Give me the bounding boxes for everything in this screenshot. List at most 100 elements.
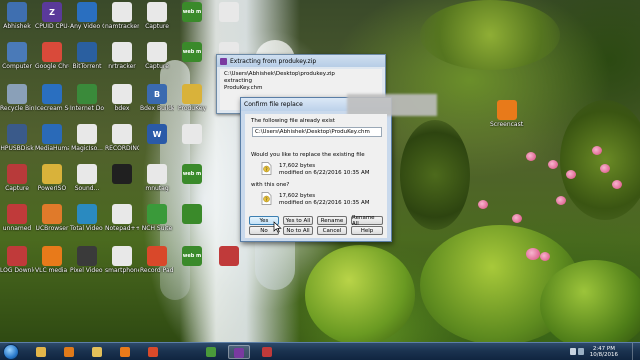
help-button[interactable]: Help (351, 226, 383, 235)
desktop-icon[interactable]: web m (175, 246, 209, 266)
taskbar-item[interactable] (30, 345, 52, 359)
confirm-file-replace-dialog[interactable]: Confirm file replace The following file … (240, 94, 437, 242)
desktop-icon[interactable]: web m (175, 42, 209, 62)
app-icon (77, 2, 97, 22)
desktop-icon[interactable]: Record Pad Recorder (140, 246, 174, 274)
desktop-icon[interactable]: nrtracker (105, 42, 139, 70)
cancel-button[interactable]: Cancel (317, 226, 347, 235)
desktop-icon[interactable]: Icecream Screen (35, 84, 69, 112)
desktop-icon[interactable] (212, 2, 246, 22)
desktop-icon[interactable]: RECORDING... (105, 124, 139, 152)
app-icon (77, 204, 97, 224)
desktop-icon[interactable]: namtracker (105, 2, 139, 30)
taskbar-item[interactable] (256, 345, 278, 359)
desktop-icon[interactable] (105, 164, 139, 184)
desktop-icon[interactable]: VLC media player (35, 246, 69, 274)
app-icon (42, 246, 62, 266)
desktop-icon-label: LOG Downloads (0, 267, 34, 274)
desktop-icon[interactable]: Any Video Converter (70, 2, 104, 30)
app-icon: web m (182, 42, 202, 62)
desktop-icon[interactable]: ZCPUID CPU-Z (35, 2, 69, 30)
desktop-icon[interactable]: ProduKey (175, 84, 209, 112)
desktop-icon-label: Recycle Bin (0, 105, 34, 112)
desktop-icon[interactable]: bdex (105, 84, 139, 112)
extract-status: extracting (224, 78, 253, 84)
taskbar-item[interactable] (86, 345, 108, 359)
desktop-icon-label: UCBrowser (35, 225, 69, 232)
taskbar-item[interactable] (114, 345, 136, 359)
desktop-icon[interactable]: W (140, 124, 174, 144)
desktop-icon-label: Capture (145, 23, 169, 30)
network-icon[interactable] (570, 348, 576, 355)
desktop-icon[interactable]: BBdex Builder (140, 84, 174, 112)
app-icon (112, 204, 132, 224)
desktop-icon[interactable]: web m (175, 2, 209, 22)
taskbar-item[interactable] (142, 345, 164, 359)
rename-button[interactable]: Rename (317, 216, 347, 225)
desktop-icon-label: Capture (145, 63, 169, 70)
desktop-icon-label: Any Video Converter (70, 23, 104, 30)
desktop-icon-label: Computer (2, 63, 32, 70)
app-icon (147, 2, 167, 22)
desktop-icon[interactable]: web m (175, 164, 209, 184)
confirm-dialog-titlebar[interactable]: Confirm file replace (241, 94, 437, 116)
taskbar-item[interactable] (58, 345, 80, 359)
taskbar-item[interactable] (228, 345, 250, 359)
clock[interactable]: 2:47 PM 10/8/2016 (590, 346, 618, 358)
desktop-icon[interactable]: MagicIso... (70, 124, 104, 152)
desktop-icon[interactable]: NCH Suite (140, 204, 174, 232)
desktop-icon[interactable]: MediaHuman YouTube... (35, 124, 69, 152)
desktop-icon[interactable]: mnutag (140, 164, 174, 192)
desktop-icon[interactable]: HPUSBDisk (0, 124, 34, 152)
desktop-icon-label: NCH Suite (141, 225, 173, 232)
blurred-region (347, 94, 437, 116)
taskbar-item[interactable] (200, 345, 222, 359)
desktop-icon[interactable]: Pixel Video Maker (70, 246, 104, 274)
desktop-icon[interactable]: unnamed (0, 204, 34, 232)
show-desktop-button[interactable] (632, 343, 640, 360)
desktop-icon[interactable]: Abhishek (0, 2, 34, 30)
desktop-icon[interactable]: Recycle Bin (0, 84, 34, 112)
desktop-icon[interactable] (175, 124, 209, 144)
desktop-icon[interactable]: Computer (0, 42, 34, 70)
desktop-icon[interactable]: Internet Downlo... (70, 84, 104, 112)
desktop-icon[interactable]: PowerISO (35, 164, 69, 192)
app-icon (219, 2, 239, 22)
desktop-icon[interactable] (212, 246, 246, 266)
desktop-icon[interactable]: BitTorrent (70, 42, 104, 70)
desktop-icon[interactable] (175, 204, 209, 224)
app-icon (182, 124, 202, 144)
desktop-icon[interactable]: smartphone (105, 246, 139, 274)
app-icon: web m (182, 246, 202, 266)
desktop-icon[interactable]: Sound... (70, 164, 104, 192)
desktop-icon[interactable]: Screencast... (490, 100, 524, 128)
file-path-text: C:\Users\Abhishek\Desktop\ProduKey.chm (255, 129, 370, 135)
desktop-icon[interactable]: UCBrowser (35, 204, 69, 232)
desktop-icon[interactable]: Total Video Converter (70, 204, 104, 232)
no-to-all-button[interactable]: No to All (283, 226, 313, 235)
desktop-icon-label: Pixel Video Maker (70, 267, 104, 274)
volume-icon[interactable] (578, 348, 584, 355)
start-button[interactable] (3, 344, 19, 360)
desktop-icon[interactable]: Capture (0, 164, 34, 192)
desktop-icon[interactable]: Google Chrome (35, 42, 69, 70)
extract-current-file: ProduKey.chm (224, 85, 263, 91)
desktop-icon[interactable]: Capture (140, 2, 174, 30)
app-icon (112, 164, 132, 184)
app-icon (219, 246, 239, 266)
app-icon (147, 164, 167, 184)
app-icon (147, 246, 167, 266)
desktop-icon[interactable]: LOG Downloads (0, 246, 34, 274)
with-this-one-text: with this one? (251, 182, 290, 188)
desktop-icon-label: Abhishek (3, 23, 31, 30)
desktop-icon-label: MediaHuman YouTube... (35, 145, 69, 152)
intro-text: The following file already exist (251, 118, 335, 124)
app-icon (42, 204, 62, 224)
desktop-icon-label: PowerISO (37, 185, 67, 192)
yes-to-all-button[interactable]: Yes to All (283, 216, 313, 225)
extracting-dialog-titlebar[interactable]: Extracting from produkey.zip (217, 55, 385, 67)
desktop-icon[interactable]: Notepad++ (105, 204, 139, 232)
desktop-icon[interactable]: Capture (140, 42, 174, 70)
help-file-icon: ? (261, 192, 272, 205)
rename-all-button[interactable]: Rename All (351, 215, 383, 227)
